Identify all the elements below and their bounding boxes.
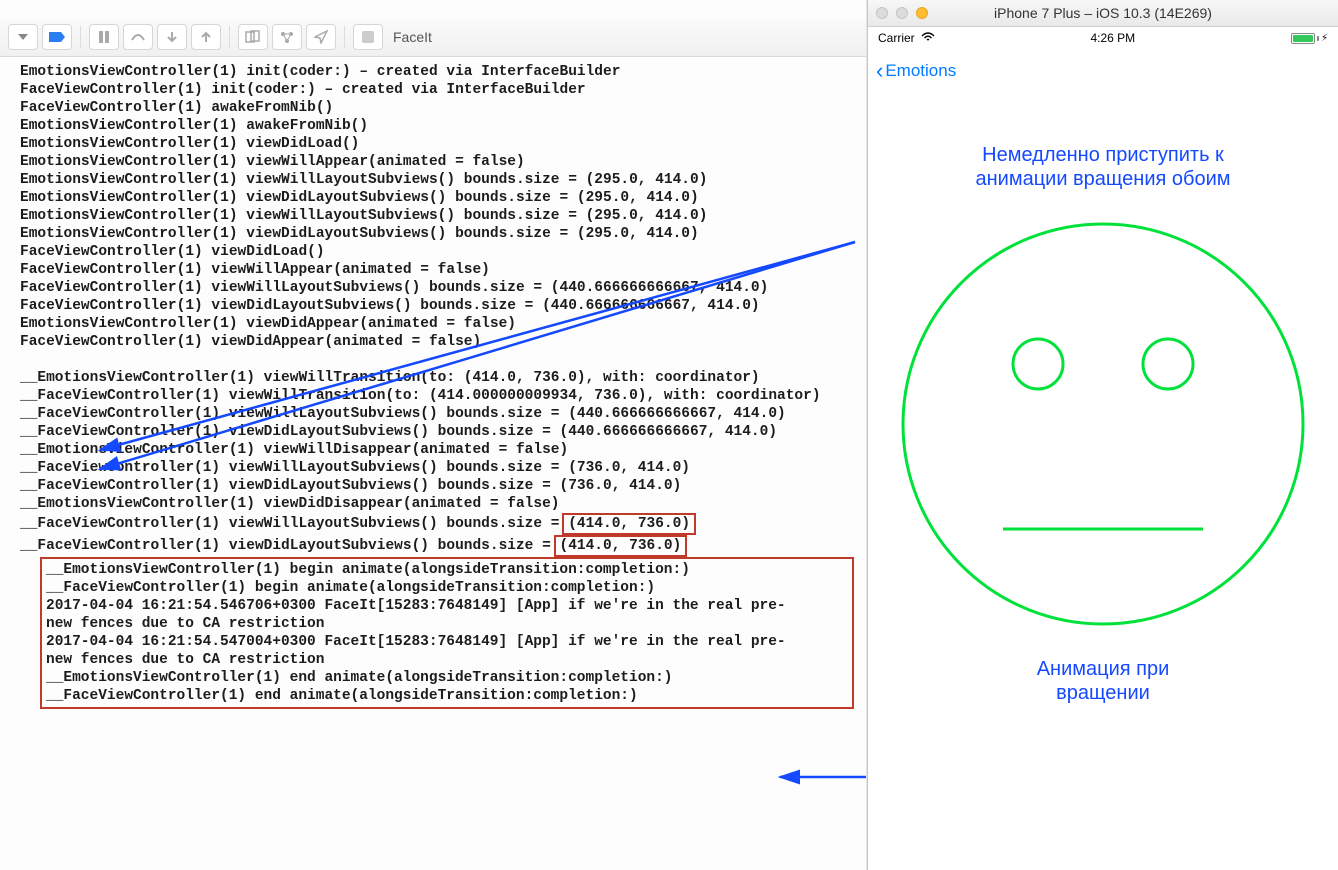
- console-line: EmotionsViewController(1) viewDidLayoutS…: [20, 189, 854, 207]
- step-over-button[interactable]: [123, 24, 153, 50]
- console-line: __FaceViewController(1) viewWillTransiti…: [20, 387, 854, 405]
- simulator-title: iPhone 7 Plus – iOS 10.3 (14E269): [868, 5, 1338, 21]
- battery-indicator: ⚡︎: [1291, 33, 1328, 44]
- console-line: __EmotionsViewController(1) begin animat…: [46, 561, 848, 579]
- step-out-button[interactable]: [191, 24, 221, 50]
- console-line: __FaceViewController(1) viewDidLayoutSub…: [20, 477, 854, 495]
- clock-label: 4:26 PM: [1090, 31, 1135, 45]
- simulator-titlebar[interactable]: iPhone 7 Plus – iOS 10.3 (14E269): [868, 0, 1338, 27]
- console-line: FaceViewController(1) viewDidAppear(anim…: [20, 333, 854, 351]
- carrier-label: Carrier: [878, 31, 915, 45]
- console-highlight-block: __EmotionsViewController(1) begin animat…: [40, 557, 854, 709]
- annotation-top: Немедленно приступить к анимации вращени…: [975, 143, 1230, 191]
- console-line: __FaceViewController(1) begin animate(al…: [46, 579, 848, 597]
- navigation-bar[interactable]: ‹ Emotions: [868, 49, 1338, 93]
- status-bar: Carrier 4:26 PM ⚡︎: [868, 27, 1338, 49]
- console-line: __FaceViewController(1) end animate(alon…: [46, 687, 848, 705]
- console-line: EmotionsViewController(1) viewDidLoad(): [20, 135, 854, 153]
- console-line: __FaceViewController(1) viewWillLayoutSu…: [20, 405, 854, 423]
- console-panel: FaceIt EmotionsViewController(1) init(co…: [0, 0, 867, 870]
- console-line: __EmotionsViewController(1) viewDidDisap…: [20, 495, 854, 513]
- console-output[interactable]: EmotionsViewController(1) init(coder:) –…: [0, 57, 866, 719]
- console-line: __FaceViewController(1) viewDidLayoutSub…: [20, 535, 854, 557]
- console-line: EmotionsViewController(1) viewWillLayout…: [20, 171, 854, 189]
- console-line: EmotionsViewController(1) awakeFromNib(): [20, 117, 854, 135]
- view-hierarchy-button[interactable]: [238, 24, 268, 50]
- simulator-window: iPhone 7 Plus – iOS 10.3 (14E269) Carrie…: [867, 0, 1338, 870]
- console-line: __EmotionsViewController(1) viewWillDisa…: [20, 441, 854, 459]
- breakpoint-indicator-button[interactable]: [42, 24, 72, 50]
- console-line: 2017-04-04 16:21:54.546706+0300 FaceIt[1…: [46, 597, 848, 615]
- console-line: new fences due to CA restriction: [46, 651, 848, 669]
- console-line: __EmotionsViewController(1) end animate(…: [46, 669, 848, 687]
- console-line: new fences due to CA restriction: [46, 615, 848, 633]
- console-line: EmotionsViewController(1) viewWillAppear…: [20, 153, 854, 171]
- console-line: EmotionsViewController(1) viewDidAppear(…: [20, 315, 854, 333]
- scheme-label[interactable]: FaceIt: [387, 29, 432, 45]
- console-line: __EmotionsViewController(1) viewWillTran…: [20, 369, 854, 387]
- console-line: FaceViewController(1) viewDidLoad(): [20, 243, 854, 261]
- console-line: __FaceViewController(1) viewWillLayoutSu…: [20, 513, 854, 535]
- console-line: FaceViewController(1) init(coder:) – cre…: [20, 81, 854, 99]
- annotation-bottom: Анимация при вращении: [1037, 657, 1170, 705]
- console-line: FaceViewController(1) viewWillLayoutSubv…: [20, 279, 854, 297]
- console-line: EmotionsViewController(1) init(coder:) –…: [20, 63, 854, 81]
- back-chevron-icon[interactable]: ‹: [876, 58, 883, 84]
- console-line: 2017-04-04 16:21:54.547004+0300 FaceIt[1…: [46, 633, 848, 651]
- console-line: FaceViewController(1) awakeFromNib(): [20, 99, 854, 117]
- step-into-button[interactable]: [157, 24, 187, 50]
- console-line: __FaceViewController(1) viewWillLayoutSu…: [20, 459, 854, 477]
- memory-graph-button[interactable]: [272, 24, 302, 50]
- debug-toolbar: FaceIt: [0, 18, 866, 57]
- charging-icon: ⚡︎: [1321, 33, 1328, 44]
- face-view[interactable]: [893, 209, 1313, 639]
- wifi-icon: [921, 31, 935, 45]
- console-line: FaceViewController(1) viewDidLayoutSubvi…: [20, 297, 854, 315]
- console-line: __FaceViewController(1) viewDidLayoutSub…: [20, 423, 854, 441]
- pause-continue-button[interactable]: [89, 24, 119, 50]
- simulator-screen[interactable]: Carrier 4:26 PM ⚡︎ ‹ Emotions Нем: [868, 27, 1338, 870]
- toggle-console-button[interactable]: [8, 24, 38, 50]
- back-button-label[interactable]: Emotions: [885, 61, 956, 81]
- console-line: FaceViewController(1) viewWillAppear(ani…: [20, 261, 854, 279]
- console-line: EmotionsViewController(1) viewDidLayoutS…: [20, 225, 854, 243]
- console-line: EmotionsViewController(1) viewWillLayout…: [20, 207, 854, 225]
- process-icon: [353, 24, 383, 50]
- location-button[interactable]: [306, 24, 336, 50]
